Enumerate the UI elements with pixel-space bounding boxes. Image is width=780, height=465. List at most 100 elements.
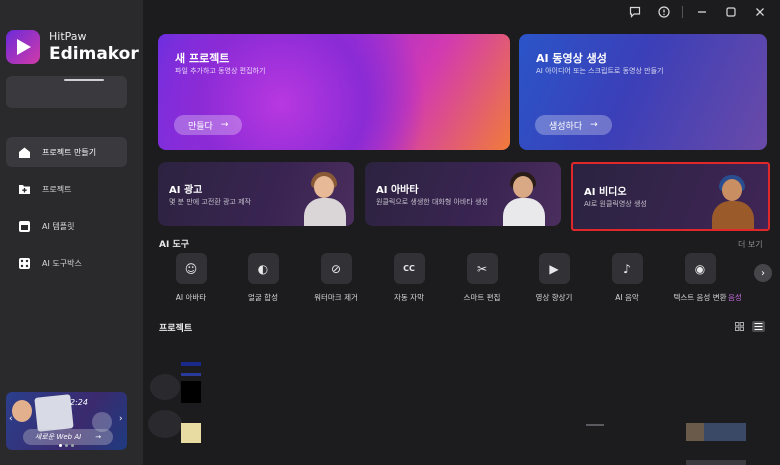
- generate-button-label: 생성하다: [549, 121, 583, 132]
- new-project-title: 새 프로젝트: [175, 52, 230, 65]
- list-view-icon[interactable]: [752, 321, 765, 332]
- tool-label: 워터마크 제거: [314, 293, 358, 302]
- tool-face-swap[interactable]: ◐ 얼굴 합성: [232, 253, 294, 303]
- face-swap-icon: ◐: [247, 253, 279, 284]
- sidebar-item-create-project[interactable]: 프로젝트 만들기: [6, 137, 127, 167]
- web-ai-promo-banner[interactable]: 2:24 ‹ › 새로운 Web AI →: [6, 392, 127, 450]
- template-icon: [17, 219, 31, 233]
- feedback-icon[interactable]: [620, 1, 649, 23]
- info-icon[interactable]: [649, 1, 678, 23]
- ai-ads-subtitle: 몇 분 만에 고전환 광고 제작: [169, 198, 251, 206]
- ai-avatar-card[interactable]: AI 아바타 원클릭으로 생생한 대화형 아바타 생성: [365, 162, 561, 226]
- promo-face-image: [12, 400, 32, 422]
- ai-avatar-subtitle: 원클릭으로 생생한 대화형 아바타 생성: [376, 198, 488, 206]
- ai-tools-row: ☺ AI 아바타 ◐ 얼굴 합성 ⊘ 워터마크 제거 CC 자동 자막 ✂ 스마…: [160, 253, 760, 307]
- tool-label: 자동 자막: [394, 293, 424, 302]
- promo-pagination: [59, 444, 74, 447]
- ai-video-title: AI 비디오: [584, 187, 627, 198]
- sidebar-item-label: AI 템플릿: [42, 221, 75, 231]
- subtitle-icon: CC: [393, 253, 425, 284]
- tool-smart-cut[interactable]: ✂ 스마트 편집: [451, 253, 513, 303]
- arrow-right-icon: →: [95, 433, 102, 441]
- enhancer-icon: ▶: [538, 253, 570, 284]
- project-placeholder: [150, 374, 180, 400]
- project-meta-line: [586, 424, 604, 426]
- tts-icon: ◉: [684, 253, 716, 284]
- avatar-icon: ☺: [175, 253, 207, 284]
- account-panel[interactable]: [6, 76, 127, 108]
- new-project-subtitle: 파일 추가하고 동영상 편집하기: [175, 67, 266, 75]
- ai-ads-model-image: [300, 170, 350, 226]
- ai-video-subtitle: AI로 원클릭영상 생성: [584, 200, 647, 208]
- tool-ai-avatar[interactable]: ☺ AI 아바타: [160, 253, 222, 303]
- promo-button[interactable]: 새로운 Web AI →: [23, 429, 113, 445]
- smart-cut-icon: ✂: [466, 253, 498, 284]
- project-thumb-stripe: [181, 362, 201, 366]
- close-icon[interactable]: [745, 1, 774, 23]
- ai-tools-heading: AI 도구: [159, 240, 190, 250]
- ai-video-generate-card[interactable]: AI 동영상 생성 AI 아이디어 또는 스크립트로 동영상 만들기 생성하다 …: [519, 34, 767, 150]
- account-bar: [64, 79, 104, 81]
- tool-auto-subtitle[interactable]: CC 자동 자막: [378, 253, 440, 303]
- maximize-icon[interactable]: [716, 1, 745, 23]
- tool-label: AI 음악: [615, 293, 639, 302]
- ai-ads-card[interactable]: AI 광고 몇 분 만에 고전환 광고 제작: [158, 162, 354, 226]
- tool-label: 스마트 편집: [463, 293, 501, 302]
- promo-time: 2:24: [70, 398, 88, 407]
- project-thumbnail[interactable]: [686, 423, 746, 441]
- promo-card-image: [34, 394, 74, 432]
- sidebar-item-projects[interactable]: 프로젝트: [6, 174, 127, 204]
- tool-watermark-remove[interactable]: ⊘ 워터마크 제거: [305, 253, 367, 303]
- minimize-icon[interactable]: [687, 1, 716, 23]
- folder-icon: [17, 182, 31, 196]
- edimakor-app: HitPaw Edimakor 프로젝트 만들기 프로젝트 AI 템플릿 AI …: [0, 0, 780, 465]
- tool-label: 음성: [728, 293, 742, 302]
- tool-text-to-speech[interactable]: ◉ 텍스트 음성 변환: [669, 253, 731, 303]
- ai-video-card[interactable]: AI 비디오 AI로 원클릭영상 생성: [571, 162, 770, 231]
- project-placeholder: [148, 410, 182, 438]
- tool-label: 텍스트 음성 변환: [673, 293, 727, 302]
- arrow-right-icon: →: [220, 120, 229, 130]
- create-button-label: 만들다: [188, 121, 213, 132]
- tools-scroll-right-icon[interactable]: ›: [754, 264, 772, 282]
- promo-button-label: 새로운 Web AI: [34, 433, 82, 441]
- brand: HitPaw Edimakor: [6, 30, 139, 64]
- project-thumbnail[interactable]: [181, 423, 201, 443]
- sidebar-item-label: 프로젝트 만들기: [42, 147, 97, 157]
- promo-prev-icon[interactable]: ‹: [9, 414, 13, 424]
- music-icon: ♪: [611, 253, 643, 284]
- ai-video-generate-title: AI 동영상 생성: [536, 52, 607, 65]
- grid-view-icon[interactable]: [733, 321, 746, 332]
- tool-label: 얼굴 합성: [248, 293, 278, 302]
- new-project-card[interactable]: 새 프로젝트 파일 추가하고 동영상 편집하기 만들다 →: [158, 34, 510, 150]
- promo-dot[interactable]: [71, 444, 74, 447]
- promo-dot[interactable]: [65, 444, 68, 447]
- promo-dot[interactable]: [59, 444, 62, 447]
- sidebar-item-label: 프로젝트: [42, 184, 72, 194]
- projects-heading: 프로젝트: [159, 324, 193, 334]
- sidebar-item-ai-templates[interactable]: AI 템플릿: [6, 211, 127, 241]
- create-button[interactable]: 만들다 →: [174, 115, 243, 135]
- tool-ai-music[interactable]: ♪ AI 음악: [596, 253, 658, 303]
- generate-button[interactable]: 생성하다 →: [535, 115, 612, 135]
- project-thumbnail[interactable]: [686, 460, 746, 465]
- sidebar-item-label: AI 도구박스: [42, 258, 82, 268]
- brand-company: HitPaw: [49, 30, 87, 43]
- view-toggle: [733, 321, 765, 332]
- window-titlebar: [620, 0, 780, 24]
- tool-video-enhancer[interactable]: ▶ 영상 향상기: [523, 253, 585, 303]
- project-thumb-stripe: [181, 373, 201, 376]
- project-thumbnail[interactable]: [181, 381, 201, 403]
- tool-label: AI 아바타: [175, 293, 207, 302]
- ai-avatar-title: AI 아바타: [376, 185, 419, 196]
- brand-product: Edimakor: [49, 44, 139, 64]
- sidebar: HitPaw Edimakor 프로젝트 만들기 프로젝트 AI 템플릿 AI …: [0, 0, 143, 465]
- ai-ads-title: AI 광고: [169, 185, 203, 196]
- sidebar-nav: 프로젝트 만들기 프로젝트 AI 템플릿 AI 도구박스: [6, 137, 127, 285]
- promo-next-icon[interactable]: ›: [119, 414, 123, 424]
- home-icon: [17, 145, 31, 159]
- toolbox-icon: [17, 256, 31, 270]
- edimakor-logo-icon: [6, 30, 40, 64]
- sidebar-item-ai-toolbox[interactable]: AI 도구박스: [6, 248, 127, 278]
- see-more-link[interactable]: 더 보기: [738, 239, 763, 250]
